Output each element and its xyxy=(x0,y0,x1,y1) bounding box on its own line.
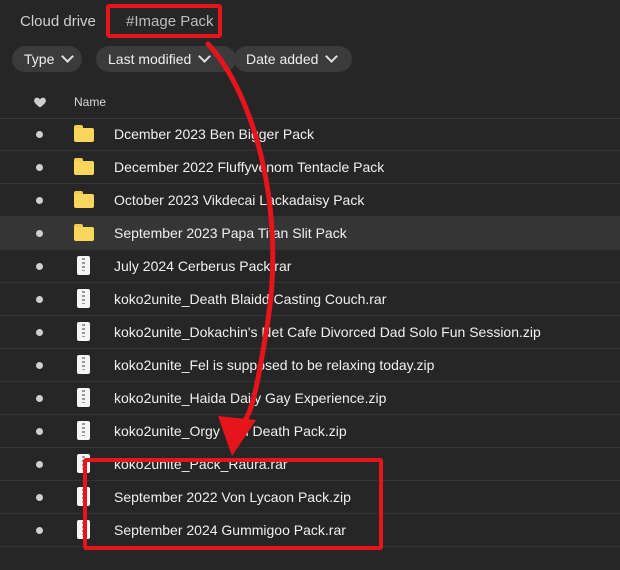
filter-type[interactable]: Type xyxy=(12,46,82,72)
bullet-icon[interactable] xyxy=(36,197,43,204)
filter-date-added-label: Date added xyxy=(246,51,319,67)
annotation-highlight-breadcrumb xyxy=(106,4,222,38)
filter-type-label: Type xyxy=(24,51,55,67)
file-name: December 2022 Fluffyvenom Tentacle Pack xyxy=(114,159,385,175)
zip-file-icon xyxy=(77,289,90,308)
file-name: koko2unite_Death Blaidd Casting Couch.ra… xyxy=(114,291,387,307)
table-header: Name xyxy=(0,86,620,119)
file-row[interactable]: September 2024 Gummigoo Pack.rar xyxy=(0,514,620,547)
folder-icon xyxy=(74,191,94,208)
bullet-icon[interactable] xyxy=(36,395,43,402)
column-name-header[interactable]: Name xyxy=(74,95,106,109)
bullet-icon[interactable] xyxy=(36,263,43,270)
zip-file-icon xyxy=(77,388,90,407)
zip-file-icon xyxy=(77,355,90,374)
file-row[interactable]: July 2024 Cerberus Pack.rar xyxy=(0,250,620,283)
file-row[interactable]: Dcember 2023 Ben Bigger Pack xyxy=(0,118,620,151)
file-row[interactable]: koko2unite_Orgy with Death Pack.zip xyxy=(0,415,620,448)
file-name: koko2unite_Orgy with Death Pack.zip xyxy=(114,423,347,439)
bullet-icon[interactable] xyxy=(36,461,43,468)
folder-icon xyxy=(74,158,94,175)
bullet-icon[interactable] xyxy=(36,428,43,435)
chevron-down-icon xyxy=(325,50,339,63)
bullet-icon[interactable] xyxy=(36,296,43,303)
file-row[interactable]: December 2022 Fluffyvenom Tentacle Pack xyxy=(0,151,620,184)
filter-last-modified[interactable]: Last modified xyxy=(96,46,236,72)
file-name: koko2unite_Dokachin's Net Cafe Divorced … xyxy=(114,324,541,340)
file-name: September 2022 Von Lycaon Pack.zip xyxy=(114,489,351,505)
filter-date-added[interactable]: Date added xyxy=(234,46,352,72)
heart-icon[interactable] xyxy=(33,95,47,109)
bullet-icon[interactable] xyxy=(36,362,43,369)
breadcrumb-root[interactable]: Cloud drive xyxy=(20,13,96,30)
bullet-icon[interactable] xyxy=(36,164,43,171)
file-name: July 2024 Cerberus Pack.rar xyxy=(114,258,292,274)
bullet-icon[interactable] xyxy=(36,329,43,336)
file-name: October 2023 Vikdecai Lackadaisy Pack xyxy=(114,192,365,208)
file-row[interactable]: October 2023 Vikdecai Lackadaisy Pack xyxy=(0,184,620,217)
file-row[interactable]: September 2023 Papa Titan Slit Pack xyxy=(0,217,620,250)
breadcrumb: Cloud drive #Image Pack xyxy=(0,0,620,42)
file-row[interactable]: koko2unite_Death Blaidd Casting Couch.ra… xyxy=(0,283,620,316)
file-row[interactable]: koko2unite_Fel is supposed to be relaxin… xyxy=(0,349,620,382)
bullet-icon[interactable] xyxy=(36,230,43,237)
bullet-icon[interactable] xyxy=(36,527,43,534)
file-row[interactable]: koko2unite_Pack_Raura.rar xyxy=(0,448,620,481)
zip-file-icon xyxy=(77,322,90,341)
zip-file-icon xyxy=(77,454,90,473)
chevron-down-icon xyxy=(61,50,75,63)
bullet-icon[interactable] xyxy=(36,494,43,501)
filter-last-modified-label: Last modified xyxy=(108,51,192,67)
zip-file-icon xyxy=(77,520,90,539)
folder-icon xyxy=(74,125,94,142)
file-name: Dcember 2023 Ben Bigger Pack xyxy=(114,126,314,142)
file-name: September 2024 Gummigoo Pack.rar xyxy=(114,522,346,538)
file-row[interactable]: September 2022 Von Lycaon Pack.zip xyxy=(0,481,620,514)
zip-file-icon xyxy=(77,421,90,440)
file-name: koko2unite_Pack_Raura.rar xyxy=(114,456,288,472)
file-name: September 2023 Papa Titan Slit Pack xyxy=(114,225,347,241)
file-name: koko2unite_Fel is supposed to be relaxin… xyxy=(114,357,435,373)
folder-icon xyxy=(74,224,94,241)
file-row[interactable]: koko2unite_Dokachin's Net Cafe Divorced … xyxy=(0,316,620,349)
zip-file-icon xyxy=(77,256,90,275)
zip-file-icon xyxy=(77,487,90,506)
chevron-down-icon xyxy=(198,50,212,63)
file-name: koko2unite_Haida Daily Gay Experience.zi… xyxy=(114,390,387,406)
file-row[interactable]: koko2unite_Haida Daily Gay Experience.zi… xyxy=(0,382,620,415)
bullet-icon[interactable] xyxy=(36,131,43,138)
